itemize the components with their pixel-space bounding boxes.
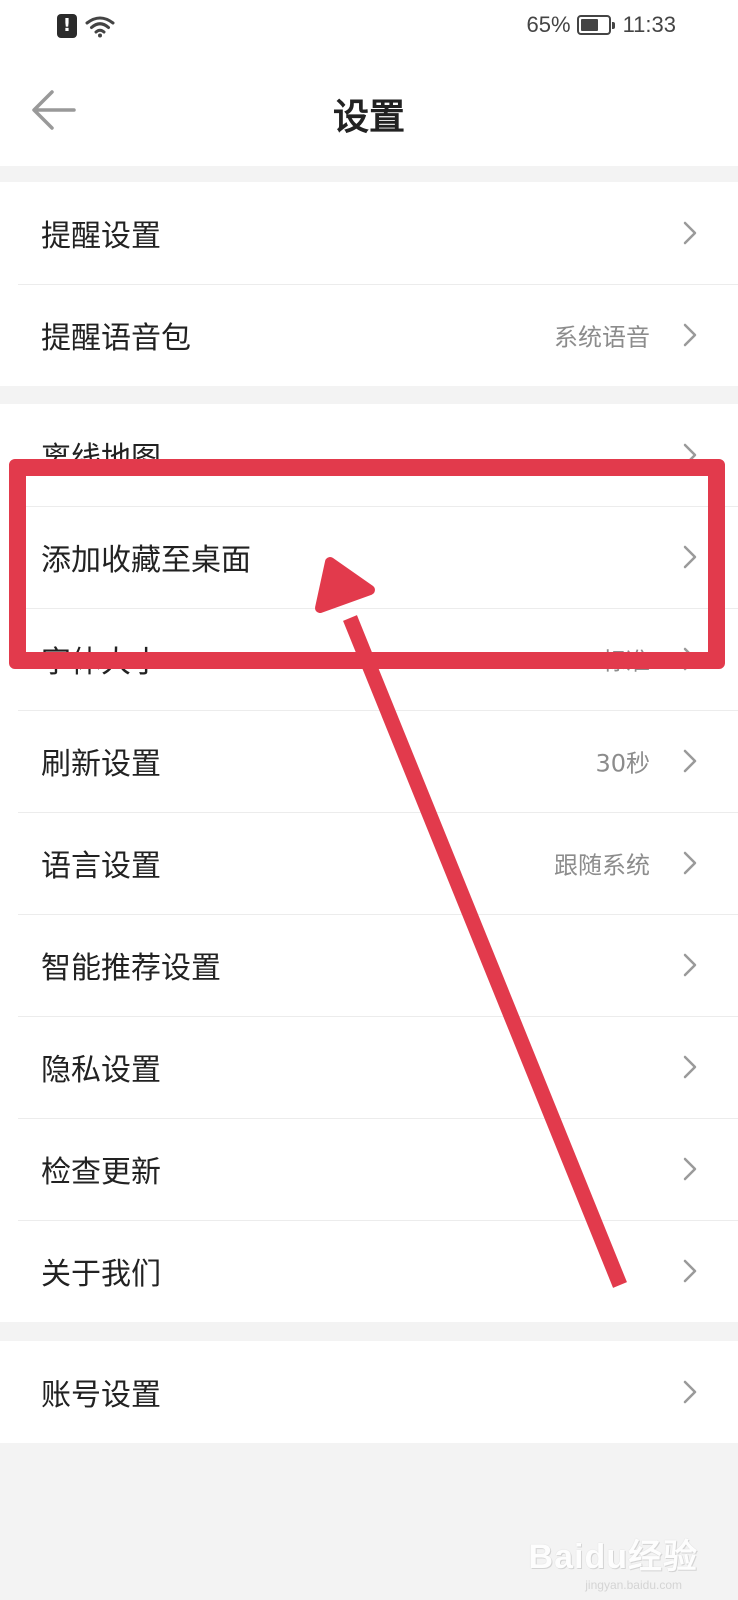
row-label: 离线地图 (41, 441, 161, 476)
battery-icon (576, 15, 615, 35)
settings-row-add-favorites-to-desktop[interactable]: 添加收藏至桌面 (0, 506, 738, 608)
row-label: 刷新设置 (41, 747, 161, 782)
settings-row-language[interactable]: 语言设置 跟随系统 (0, 812, 738, 914)
row-value: 30秒 (595, 749, 650, 778)
clock: 11:33 (622, 12, 676, 37)
chevron-right-icon (683, 545, 697, 569)
settings-row-refresh[interactable]: 刷新设置 30秒 (0, 710, 738, 812)
row-label: 检查更新 (41, 1155, 161, 1190)
chevron-right-icon (683, 749, 697, 773)
settings-row-offline-map[interactable]: 离线地图 (0, 404, 738, 506)
chevron-right-icon (683, 1055, 697, 1079)
row-value: 标准 (602, 647, 650, 676)
header: 设置 (0, 60, 738, 166)
row-label: 提醒设置 (41, 219, 161, 254)
settings-row-check-update[interactable]: 检查更新 (0, 1118, 738, 1220)
row-label: 账号设置 (41, 1378, 161, 1413)
chevron-right-icon (683, 221, 697, 245)
settings-row-font-size[interactable]: 字体大小 标准 (0, 608, 738, 710)
chevron-right-icon (683, 443, 697, 467)
settings-row-privacy[interactable]: 隐私设置 (0, 1016, 738, 1118)
chevron-right-icon (683, 1259, 697, 1283)
settings-row-reminder[interactable]: 提醒设置 (0, 182, 738, 284)
row-label: 字体大小 (41, 645, 161, 680)
row-value: 跟随系统 (554, 851, 650, 880)
baidu-watermark-url: jingyan.baidu.com (585, 1578, 682, 1592)
chevron-right-icon (683, 851, 697, 875)
settings-group-2: 离线地图 添加收藏至桌面 字体大小 标准 刷新设置 30秒 语言设置 跟随系统 … (0, 404, 738, 1322)
chevron-right-icon (683, 1380, 697, 1404)
page-title: 设置 (332, 97, 405, 138)
status-left: ! (57, 14, 115, 38)
settings-group-1: 提醒设置 提醒语音包 系统语音 (0, 182, 738, 386)
row-label: 添加收藏至桌面 (41, 543, 251, 578)
settings-group-3: 账号设置 (0, 1341, 738, 1443)
wifi-icon (85, 16, 115, 38)
settings-row-smart-recommend[interactable]: 智能推荐设置 (0, 914, 738, 1016)
chevron-right-icon (683, 953, 697, 977)
settings-row-about-us[interactable]: 关于我们 (0, 1220, 738, 1322)
baidu-watermark: Baidu经验 (528, 1538, 698, 1576)
row-label: 提醒语音包 (41, 321, 191, 356)
settings-row-voice-pack[interactable]: 提醒语音包 系统语音 (0, 284, 738, 386)
battery-level (580, 19, 598, 31)
alert-icon: ! (57, 14, 77, 38)
chevron-right-icon (683, 647, 697, 671)
chevron-right-icon (683, 323, 697, 347)
row-label: 智能推荐设置 (41, 951, 221, 986)
row-value: 系统语音 (554, 323, 650, 352)
row-label: 隐私设置 (41, 1053, 161, 1088)
row-label: 语言设置 (41, 849, 161, 884)
status-right: 65% 11:33 (527, 12, 676, 38)
battery-percent: 65% (526, 12, 571, 37)
chevron-right-icon (683, 1157, 697, 1181)
settings-row-account[interactable]: 账号设置 (0, 1341, 738, 1443)
row-label: 关于我们 (41, 1257, 161, 1292)
status-bar: ! 65% 11:33 (0, 0, 738, 60)
